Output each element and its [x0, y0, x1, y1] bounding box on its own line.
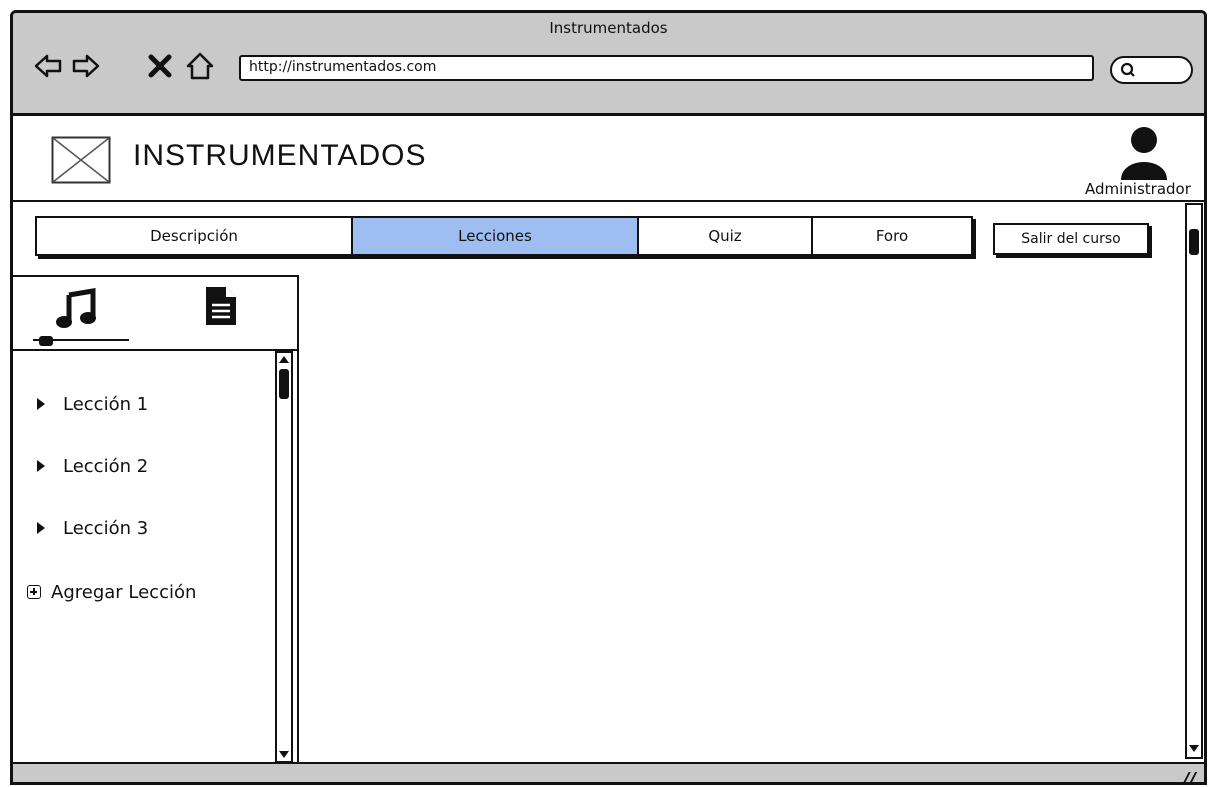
home-icon[interactable] — [185, 51, 215, 81]
expand-triangle-icon — [37, 398, 45, 410]
sidebar-tab-handle — [39, 336, 53, 346]
forward-arrow-icon[interactable] — [71, 51, 101, 81]
main-scroll-thumb[interactable] — [1189, 229, 1199, 255]
lesson-item-1[interactable]: Lección 1 — [37, 391, 148, 417]
lesson-label: Lección 2 — [63, 455, 149, 477]
address-bar[interactable]: http://instrumentados.com — [239, 55, 1094, 81]
site-header: INSTRUMENTADOS Administrador — [13, 116, 1204, 202]
lesson-sidebar: Lección 1 Lección 2 Lección 3 Agregar Le… — [13, 275, 299, 765]
browser-window: Instrumentados http://instrumentados.com… — [10, 10, 1207, 785]
add-lesson-button[interactable]: Agregar Lección — [27, 579, 196, 605]
document-icon[interactable] — [206, 287, 236, 325]
resize-grip-icon[interactable]: // — [1183, 769, 1196, 782]
main-scrollbar[interactable] — [1185, 203, 1203, 759]
scroll-down-arrow-icon[interactable] — [1188, 742, 1200, 754]
tab-foro[interactable]: Foro — [813, 218, 971, 254]
search-icon — [1120, 62, 1135, 77]
window-title: Instrumentados — [549, 19, 668, 37]
add-lesson-label: Agregar Lección — [51, 581, 197, 603]
scroll-down-arrow-icon[interactable] — [278, 748, 290, 760]
user-role-label: Administrador — [1085, 180, 1191, 198]
browser-search-field[interactable] — [1110, 56, 1193, 84]
sidebar-scrollbar[interactable] — [275, 351, 293, 763]
tab-quiz[interactable]: Quiz — [639, 218, 813, 254]
user-avatar-icon[interactable] — [1117, 126, 1171, 180]
status-bar: // — [13, 762, 1204, 782]
lesson-label: Lección 3 — [63, 517, 149, 539]
sidebar-icon-tabs — [13, 277, 297, 351]
logo-placeholder-icon — [51, 136, 111, 184]
scroll-up-arrow-icon[interactable] — [278, 354, 290, 366]
tab-descripcion[interactable]: Descripción — [37, 218, 353, 254]
tab-lecciones[interactable]: Lecciones — [353, 218, 639, 254]
music-note-icon[interactable] — [55, 287, 99, 331]
browser-chrome: Instrumentados http://instrumentados.com — [13, 13, 1204, 116]
exit-course-button[interactable]: Salir del curso — [993, 223, 1149, 255]
expand-triangle-icon — [37, 522, 45, 534]
close-icon[interactable] — [145, 51, 175, 81]
plus-icon — [27, 585, 41, 599]
expand-triangle-icon — [37, 460, 45, 472]
lesson-label: Lección 1 — [63, 393, 149, 415]
lesson-item-3[interactable]: Lección 3 — [37, 515, 148, 541]
lesson-item-2[interactable]: Lección 2 — [37, 453, 148, 479]
course-tabs: Descripción Lecciones Quiz Foro — [35, 216, 973, 256]
sidebar-scroll-thumb[interactable] — [279, 369, 289, 399]
back-arrow-icon[interactable] — [33, 51, 63, 81]
site-title: INSTRUMENTADOS — [133, 139, 427, 172]
